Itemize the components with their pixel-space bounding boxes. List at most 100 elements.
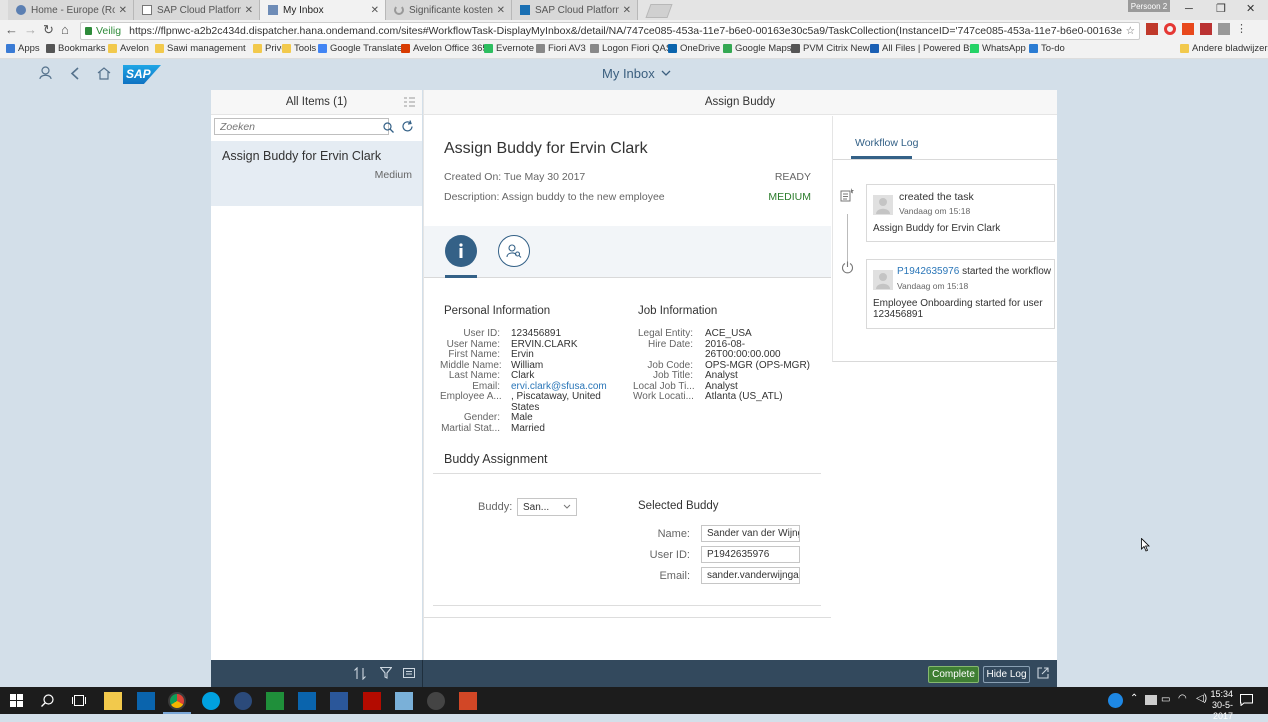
menu-icon[interactable]: ⋮ xyxy=(1236,23,1248,35)
outlook-icon[interactable] xyxy=(298,692,316,710)
bookmark-label: Google Translate xyxy=(330,43,403,54)
profile-badge[interactable]: Persoon 2 xyxy=(1128,0,1170,12)
bookmark-item[interactable]: Bookmarks xyxy=(46,43,106,54)
bookmark-icon xyxy=(590,44,599,53)
shell-title-button[interactable]: My Inbox xyxy=(602,66,671,81)
browser-tab[interactable]: SAP Cloud Platform Wo ✕ xyxy=(512,0,638,20)
bookmark-item[interactable]: Fiori AV3 xyxy=(536,43,586,54)
created-on: Created On: Tue May 30 2017 xyxy=(444,171,586,183)
bookmark-item[interactable]: Sawi management xyxy=(155,43,246,54)
multi-select-icon[interactable] xyxy=(404,97,415,108)
opera-icon[interactable] xyxy=(1164,23,1176,35)
tab-information[interactable] xyxy=(445,235,477,267)
tab-workflow-log[interactable]: Workflow Log xyxy=(855,137,918,149)
group-icon[interactable] xyxy=(403,668,415,678)
word-icon[interactable] xyxy=(330,692,348,710)
wifi-icon[interactable]: ◠ xyxy=(1178,693,1187,704)
home-icon[interactable]: ⌂ xyxy=(61,22,69,37)
refresh-icon[interactable] xyxy=(401,120,414,133)
list-item[interactable]: Assign Buddy for Ervin Clark Medium xyxy=(211,141,422,206)
back-icon[interactable]: ← xyxy=(5,22,18,37)
restore-button[interactable]: ❐ xyxy=(1216,2,1226,15)
bookmark-item[interactable]: To-do xyxy=(1029,43,1065,54)
search-input[interactable] xyxy=(215,119,365,134)
clock[interactable]: 15:34 30-5-2017 xyxy=(1193,689,1233,722)
bookmark-item[interactable]: Tools xyxy=(282,43,316,54)
close-icon[interactable]: ✕ xyxy=(623,5,631,16)
inbox-icon xyxy=(268,5,278,15)
log-user-link[interactable]: P1942635976 xyxy=(897,266,959,277)
browser-tab[interactable]: SAP Cloud Platform Wo ✕ xyxy=(134,0,260,20)
buddy-name-field[interactable]: Sander van der Wijng xyxy=(701,525,800,542)
buddy-userid-field[interactable]: P1942635976 xyxy=(701,546,800,563)
task-view-icon[interactable] xyxy=(72,695,86,706)
time: 15:34 xyxy=(1210,689,1233,699)
home-icon[interactable] xyxy=(97,67,111,80)
bookmark-item[interactable]: Avelon Office 365 xyxy=(401,43,488,54)
app-icon[interactable] xyxy=(427,692,445,710)
bookmark-item[interactable]: Avelon xyxy=(108,43,149,54)
acrobat-icon[interactable] xyxy=(363,692,381,710)
bookmark-item[interactable]: OneDrive xyxy=(668,43,720,54)
tab-user-search[interactable] xyxy=(498,235,530,267)
browser-tab[interactable]: Home - Europe (Rot) - J ✕ xyxy=(8,0,134,20)
app-icon[interactable] xyxy=(395,692,413,710)
windows-start-icon[interactable] xyxy=(10,694,23,707)
app-icon[interactable] xyxy=(266,692,284,710)
bookmark-item[interactable]: All Files | Powered By xyxy=(870,43,974,54)
office-icon[interactable] xyxy=(1182,23,1194,35)
powerpoint-icon[interactable] xyxy=(459,692,477,710)
buddy-select-value: San... xyxy=(523,501,550,513)
close-icon[interactable]: ✕ xyxy=(119,5,127,16)
reload-icon[interactable]: ↻ xyxy=(43,22,54,38)
skype-icon[interactable] xyxy=(202,692,220,710)
field-value[interactable]: ervi.clark@sfusa.com xyxy=(511,381,607,392)
notifications-icon[interactable] xyxy=(1240,694,1253,706)
other-bookmarks[interactable]: Andere bladwijzers xyxy=(1180,43,1268,54)
browser-tab[interactable]: Significante kostenreduc ✕ xyxy=(386,0,512,20)
new-tab-button[interactable] xyxy=(645,4,673,18)
back-arrow-icon[interactable] xyxy=(70,67,80,80)
close-window-button[interactable]: ✕ xyxy=(1246,2,1255,15)
complete-button[interactable]: Complete xyxy=(928,666,979,683)
puzzle-icon[interactable] xyxy=(1200,23,1212,35)
minimize-button[interactable]: ─ xyxy=(1185,3,1193,15)
forward-icon[interactable]: → xyxy=(24,22,37,37)
sap-logo: SAP xyxy=(123,65,161,84)
extension-icon[interactable] xyxy=(1218,23,1230,35)
sort-icon[interactable] xyxy=(354,667,366,680)
search-field[interactable] xyxy=(214,118,394,135)
network-icon[interactable] xyxy=(1145,695,1157,705)
close-icon[interactable]: ✕ xyxy=(245,5,253,16)
search-icon[interactable] xyxy=(41,694,54,707)
extension-icon[interactable] xyxy=(1146,23,1158,35)
app-icon[interactable] xyxy=(234,692,252,710)
help-icon[interactable] xyxy=(1108,693,1123,708)
user-icon[interactable] xyxy=(39,66,52,80)
bookmark-label: Avelon Office 365 xyxy=(413,43,488,54)
buddy-email-field[interactable]: sander.vanderwijnga xyxy=(701,567,800,584)
bookmark-item[interactable]: Logon Fiori QAS xyxy=(590,43,672,54)
outlook-icon[interactable] xyxy=(137,692,155,710)
buddy-select[interactable]: San... xyxy=(517,498,577,516)
battery-icon[interactable]: ▭ xyxy=(1161,694,1170,705)
bookmark-item[interactable]: WhatsApp xyxy=(970,43,1026,54)
hide-log-button[interactable]: Hide Log xyxy=(983,666,1030,683)
star-icon[interactable]: ☆ xyxy=(1126,25,1135,37)
bookmark-item[interactable]: Apps xyxy=(6,43,40,54)
search-icon[interactable] xyxy=(383,122,394,133)
close-icon[interactable]: ✕ xyxy=(371,5,379,16)
bookmark-item[interactable]: Google Translate xyxy=(318,43,402,54)
bookmark-item[interactable]: Google Maps xyxy=(723,43,792,54)
bookmark-item[interactable]: Evernote xyxy=(484,43,534,54)
chrome-icon[interactable] xyxy=(168,692,186,710)
bookmark-item[interactable]: PVM Citrix New xyxy=(791,43,870,54)
file-explorer-icon[interactable] xyxy=(104,692,122,710)
address-bar[interactable]: Veilig https://flpnwc-a2b2c434d.dispatch… xyxy=(80,22,1140,40)
chevron-up-icon[interactable]: ⌃ xyxy=(1130,693,1138,704)
browser-tab-active[interactable]: My Inbox ✕ xyxy=(260,0,386,20)
filter-icon[interactable] xyxy=(380,667,392,679)
close-icon[interactable]: ✕ xyxy=(497,5,505,16)
list-item-priority: Medium xyxy=(374,169,412,181)
share-icon[interactable] xyxy=(1037,667,1049,679)
